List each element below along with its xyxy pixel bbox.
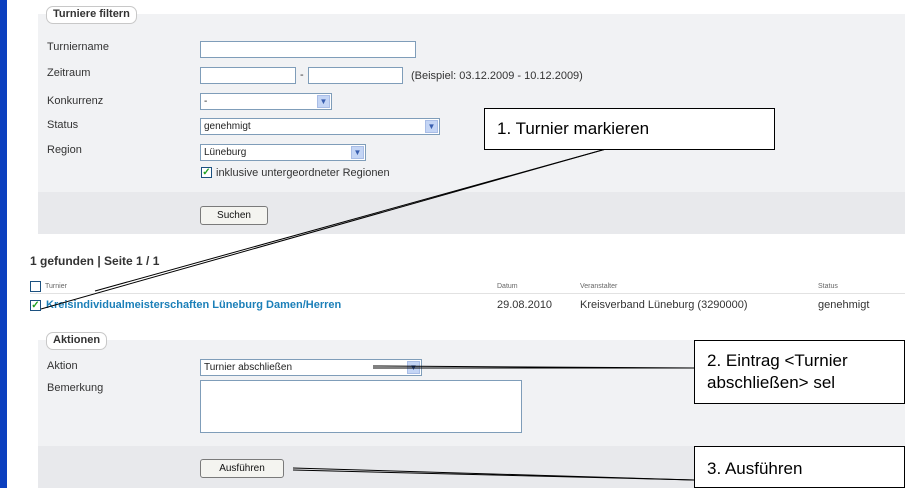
label-region: Region xyxy=(47,144,82,156)
period-from-input[interactable] xyxy=(200,67,296,84)
filter-legend: Turniere filtern xyxy=(46,6,137,24)
filter-button-area xyxy=(38,192,905,234)
period-to-input[interactable] xyxy=(308,67,403,84)
competition-select[interactable]: - ▼ xyxy=(200,93,332,110)
row-status: genehmigt xyxy=(818,299,870,311)
label-action: Aktion xyxy=(47,360,78,372)
callout-select-entry-line2: abschließen> sel xyxy=(707,373,836,392)
callout-select-entry-line1: 2. Eintrag <Turnier xyxy=(707,351,848,370)
status-value: genehmigt xyxy=(204,121,251,132)
region-value: Lüneburg xyxy=(204,147,247,158)
column-header-organizer[interactable]: Veranstalter xyxy=(580,283,617,290)
row-date: 29.08.2010 xyxy=(497,299,553,311)
callout-select-entry: 2. Eintrag <Turnier abschließen> sel xyxy=(694,340,905,404)
chevron-down-icon: ▼ xyxy=(425,120,438,133)
chevron-down-icon: ▼ xyxy=(407,361,420,374)
action-select[interactable]: Turnier abschließen ▼ xyxy=(200,359,422,376)
select-all-checkbox[interactable] xyxy=(30,281,41,292)
period-hint: (Beispiel: 03.12.2009 - 10.12.2009) xyxy=(411,70,583,82)
column-header-status[interactable]: Status xyxy=(818,283,838,290)
tournament-link[interactable]: Kreisindividualmeisterschaften Lüneburg … xyxy=(46,299,341,311)
row-select-checkbox[interactable]: ✓ xyxy=(30,300,41,311)
left-accent-bar xyxy=(0,0,7,488)
chevron-down-icon: ▼ xyxy=(317,95,330,108)
row-organizer: Kreisverband Lüneburg (3290000) xyxy=(580,299,748,311)
actions-legend: Aktionen xyxy=(46,332,108,350)
column-header-date[interactable]: Datum xyxy=(497,283,518,290)
callout-execute: 3. Ausführen xyxy=(694,446,905,488)
search-button[interactable]: Suchen xyxy=(200,206,268,225)
execute-button[interactable]: Ausführen xyxy=(200,459,284,478)
remark-textarea[interactable] xyxy=(200,380,522,433)
column-header-name[interactable]: Turnier xyxy=(45,283,67,290)
label-name: Turniername xyxy=(47,41,109,53)
label-remark: Bemerkung xyxy=(47,382,104,394)
region-select[interactable]: Lüneburg ▼ xyxy=(200,144,366,161)
include-subregions-checkbox[interactable]: ✓ xyxy=(201,167,212,178)
tournament-name-input[interactable] xyxy=(200,41,416,58)
results-summary: 1 gefunden | Seite 1 / 1 xyxy=(30,254,160,268)
label-period: Zeitraum xyxy=(47,67,91,79)
chevron-down-icon: ▼ xyxy=(351,146,364,159)
action-value: Turnier abschließen xyxy=(204,362,293,373)
include-subregions-label: inklusive untergeordneter Regionen xyxy=(216,167,390,179)
competition-value: - xyxy=(204,96,208,107)
header-divider xyxy=(30,293,905,294)
label-status: Status xyxy=(47,119,79,131)
period-separator: - xyxy=(300,69,304,81)
status-select[interactable]: genehmigt ▼ xyxy=(200,118,440,135)
callout-mark-tournament: 1. Turnier markieren xyxy=(484,108,775,150)
label-competition: Konkurrenz xyxy=(47,95,104,107)
